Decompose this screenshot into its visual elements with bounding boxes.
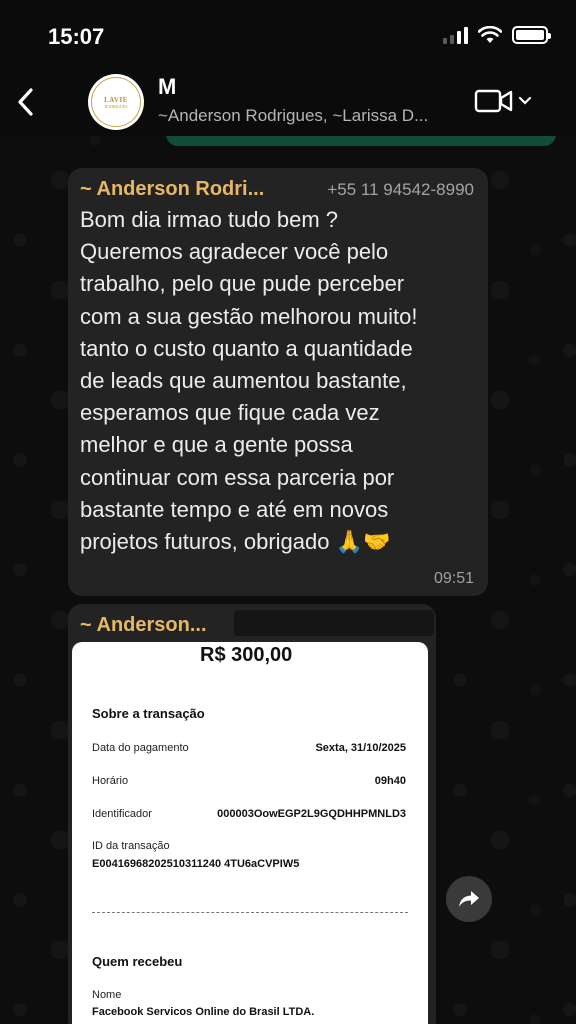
group-participants[interactable]: ~Anderson Rodrigues, ~Larissa D... [158,106,458,126]
group-title[interactable]: M [158,76,298,94]
sender-name[interactable]: ~ Anderson... [80,614,207,637]
forward-button[interactable] [446,876,492,922]
transaction-id-label: ID da transação [92,840,170,852]
cellular-signal-icon [443,26,468,44]
status-bar: 15:07 [0,0,576,70]
sender-name[interactable]: ~ Anderson Rodri... [80,178,264,201]
receiver-name-label: Nome [92,989,122,1001]
incoming-message[interactable]: ~ Anderson Rodri... +55 11 94542-8990 Bo… [68,168,488,596]
receipt-divider [92,912,408,913]
receipt-amount: R$ 300,00 [200,644,293,666]
payment-date-value: Sexta, 31/10/2025 [315,742,406,754]
section-transaction-title: Sobre a transação [92,706,205,721]
chevron-down-icon [518,96,532,105]
message-time: 09:51 [433,570,474,587]
status-icons [443,26,551,44]
video-call-button[interactable] [474,88,532,114]
payment-receipt-image[interactable]: R$ 300,00 Sobre a transação Data do paga… [72,642,428,1024]
message-text: Bom dia irmao tudo bem ? Queremos agrade… [80,207,418,556]
receiver-name-value: Facebook Servicos Online do Brasil LTDA. [92,1006,315,1018]
forward-arrow-icon [459,891,479,907]
identifier-label: Identificador [92,808,152,820]
video-camera-icon [474,89,513,113]
back-button[interactable] [8,82,42,122]
time-value: 09h40 [374,775,406,787]
time-label: Horário [92,775,129,787]
wifi-icon [478,26,502,43]
battery-icon [512,26,551,44]
transaction-id-value: E00416968202510311240 4TU6aCVPIW5 [92,858,300,870]
status-time: 15:07 [48,24,105,49]
chat-header: LAVIE RODRIGUES M ~Anderson Rodrigues, ~… [0,70,576,136]
redaction-mask [234,610,434,636]
emoji-reaction: 🙏🤝 [335,530,391,556]
section-receiver-title: Quem recebeu [92,954,183,969]
payment-date-label: Data do pagamento [92,742,189,754]
identifier-value: 000003OowEGP2L9GQDHHPMNLD3 [217,808,406,820]
group-avatar[interactable]: LAVIE RODRIGUES [88,74,144,130]
avatar-logo: LAVIE RODRIGUES [91,77,141,127]
sender-phone[interactable]: +55 11 94542-8990 [327,180,474,200]
chevron-left-icon [18,88,33,116]
